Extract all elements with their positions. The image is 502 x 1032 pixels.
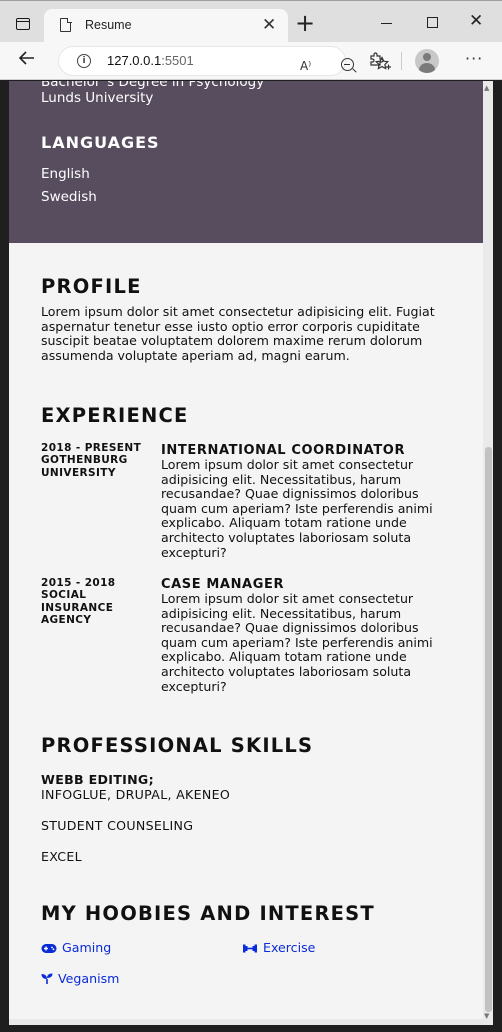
address-bar[interactable]: i 127.0.0.1:5501 A⁾ <box>58 46 391 76</box>
experience-period: 2018 - PRESENT <box>41 442 142 454</box>
education-degree: Bachelor´s Degree in Psychology <box>41 81 265 90</box>
skill-web-tools: INFOGLUE, DRUPAL, AKENEO <box>41 787 231 802</box>
skill-excel: EXCEL <box>41 849 82 864</box>
maximize-icon[interactable] <box>427 17 438 28</box>
experience-org: SOCIAL INSURANCE AGENCY <box>41 589 114 626</box>
sidebar: Bachelor´s Degree in Psychology Lunds Un… <box>9 81 483 243</box>
experience-desc: Lorem ipsum dolor sit amet consectetur a… <box>161 457 433 560</box>
skill-web-editing: WEBB EDITING; <box>41 772 154 787</box>
experience-heading: EXPERIENCE <box>41 404 189 427</box>
page-icon <box>60 17 72 32</box>
experience-title: CASE MANAGER <box>161 577 285 592</box>
hobby-label: Veganism <box>58 971 120 986</box>
hobby-label: Exercise <box>263 940 316 955</box>
profile-heading: PROFILE <box>41 275 142 298</box>
page-bottom-edge <box>9 1019 483 1025</box>
zoom-out-icon[interactable] <box>341 58 354 71</box>
dumbbell-icon <box>243 944 257 953</box>
hobby-label: Gaming <box>62 940 112 955</box>
extensions-icon[interactable] <box>368 51 384 70</box>
tab-bar: Resume ✕ + ✕ <box>0 0 502 43</box>
experience-period: 2015 - 2018 <box>41 577 116 589</box>
skill-counseling: STUDENT COUNSELING <box>41 818 194 833</box>
hobby-exercise[interactable]: Exercise <box>242 940 315 956</box>
experience-org: GOTHENBURG UNIVERSITY <box>41 454 128 479</box>
hobbies-heading: MY HOOBIES AND INTEREST <box>41 902 375 925</box>
profile-text: Lorem ipsum dolor sit amet consectetur a… <box>41 304 435 363</box>
hobby-veganism[interactable]: Veganism <box>41 971 119 987</box>
skills-heading: PROFESSIONAL SKILLS <box>41 734 314 757</box>
site-info-icon[interactable]: i <box>77 54 91 68</box>
scroll-down-icon[interactable]: ▼ <box>484 1012 489 1020</box>
url-text[interactable]: 127.0.0.1:5501 <box>107 53 194 68</box>
read-aloud-icon[interactable]: A⁾ <box>300 58 311 74</box>
scroll-up-icon[interactable]: ▲ <box>484 84 489 92</box>
gamepad-icon <box>41 944 57 953</box>
tab-actions-icon[interactable] <box>16 18 30 30</box>
experience-date: 2018 - PRESENT GOTHENBURG UNIVERSITY <box>41 442 149 479</box>
education-school: Lunds University <box>41 90 154 106</box>
window-close-icon[interactable]: ✕ <box>469 9 483 33</box>
tab-close-icon[interactable]: ✕ <box>262 15 276 35</box>
profile-avatar[interactable] <box>415 49 439 73</box>
seedling-icon <box>41 973 53 984</box>
language-item: Swedish <box>41 189 97 205</box>
experience-date: 2015 - 2018 SOCIAL INSURANCE AGENCY <box>41 577 149 626</box>
page-viewport: Bachelor´s Degree in Psychology Lunds Un… <box>9 81 483 1025</box>
tab-resume[interactable]: Resume ✕ <box>44 9 288 43</box>
languages-heading: LANGUAGES <box>41 133 160 152</box>
toolbar-divider <box>401 52 402 70</box>
hobby-gaming[interactable]: Gaming <box>41 940 111 956</box>
experience-title: INTERNATIONAL COORDINATOR <box>161 443 406 458</box>
new-tab-button[interactable]: + <box>295 11 315 35</box>
scrollbar-thumb[interactable] <box>485 447 492 1012</box>
language-item: English <box>41 166 90 182</box>
browser-toolbar: i 127.0.0.1:5501 A⁾ ··· <box>0 42 502 80</box>
tab-title: Resume <box>85 18 132 32</box>
back-arrow-icon[interactable] <box>18 48 36 72</box>
experience-desc: Lorem ipsum dolor sit amet consectetur a… <box>161 591 433 694</box>
minimize-icon[interactable] <box>381 23 392 24</box>
more-menu-icon[interactable]: ··· <box>465 51 483 67</box>
